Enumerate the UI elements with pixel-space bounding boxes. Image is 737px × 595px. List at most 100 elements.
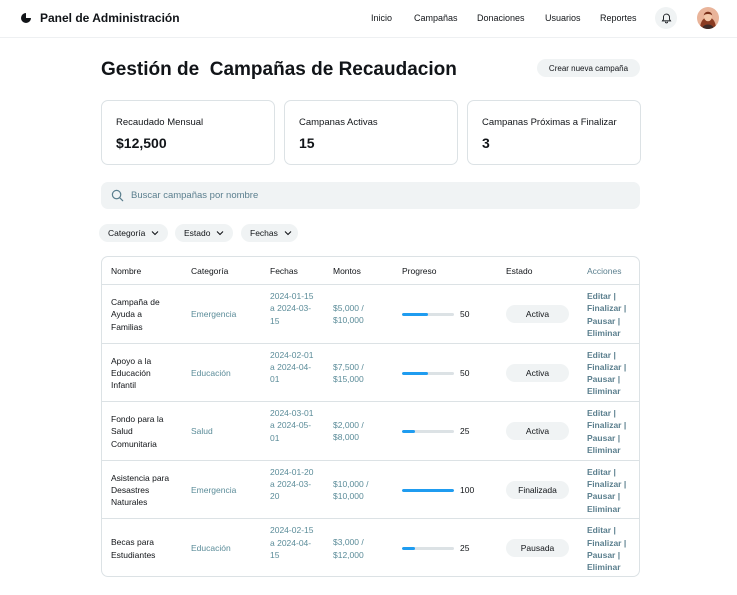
edit-link[interactable]: Editar | <box>587 466 637 478</box>
stat-card-ending-soon: Campanas Próximas a Finalizar 3 <box>467 100 641 165</box>
status-badge: Activa <box>506 363 569 382</box>
campaign-category: Salud <box>191 426 213 437</box>
finalize-link[interactable]: Finalizar | <box>587 302 637 314</box>
delete-link[interactable]: Eliminar <box>587 385 637 397</box>
brand-title: Panel de Administración <box>40 11 180 25</box>
brand[interactable]: Panel de Administración <box>20 11 180 25</box>
campaign-category: Educación <box>191 367 231 378</box>
filter-label: Estado <box>184 228 211 238</box>
progress-bar <box>402 488 454 492</box>
chevron-down-icon <box>283 228 293 238</box>
stat-label: Campanas Activas <box>299 117 378 128</box>
stat-card-monthly-raised: Recaudado Mensual $12,500 <box>101 100 275 165</box>
campaign-name: Becas para Estudiantes <box>111 537 156 560</box>
campaign-amounts: $2,000 / $8,000 <box>333 420 364 443</box>
pause-link[interactable]: Pausar | <box>587 549 637 561</box>
filter-status[interactable]: Estado <box>175 224 233 242</box>
stat-label: Recaudado Mensual <box>116 117 204 128</box>
avatar[interactable] <box>697 7 719 29</box>
search-input[interactable] <box>131 190 611 201</box>
progress-fill <box>402 430 415 434</box>
bell-icon <box>661 13 671 23</box>
stat-card-active-campaigns: Campanas Activas 15 <box>284 100 458 165</box>
finalize-link[interactable]: Finalizar | <box>587 537 637 549</box>
pause-link[interactable]: Pausar | <box>587 490 637 502</box>
campaign-name: Asistencia para Desastres Naturales <box>111 472 170 508</box>
campaign-dates: 2024-02-15 a 2024-04-15 <box>270 525 314 560</box>
column-header-progress: Progreso <box>402 266 437 276</box>
campaign-amounts: $5,000 / $10,000 <box>333 303 364 326</box>
filter-dates[interactable]: Fechas <box>241 224 298 242</box>
column-header-amounts: Montos <box>333 266 361 276</box>
create-campaign-button[interactable]: Crear nueva campaña <box>537 59 640 77</box>
progress-value: 50 <box>460 309 470 319</box>
campaign-amounts: $3,000 / $12,000 <box>333 537 364 560</box>
filter-label: Fechas <box>250 228 278 238</box>
stat-value: $12,500 <box>116 135 167 151</box>
user-avatar-image <box>697 7 719 29</box>
delete-link[interactable]: Eliminar <box>587 327 637 339</box>
pause-link[interactable]: Pausar | <box>587 315 637 327</box>
table-row: Asistencia para Desastres Naturales Emer… <box>102 459 639 519</box>
delete-link[interactable]: Eliminar <box>587 444 637 456</box>
pause-link[interactable]: Pausar | <box>587 373 637 385</box>
progress-value: 50 <box>460 367 470 378</box>
search-bar[interactable] <box>101 182 640 209</box>
nav-link-reportes[interactable]: Reportes <box>600 13 637 23</box>
pause-link[interactable]: Pausar | <box>587 432 637 444</box>
campaigns-table: Nombre Categoría Fechas Montos Progreso … <box>101 256 640 577</box>
stat-value: 15 <box>299 135 315 151</box>
column-header-name: Nombre <box>111 266 142 276</box>
edit-link[interactable]: Editar | <box>587 349 637 361</box>
edit-link[interactable]: Editar | <box>587 524 637 536</box>
finalize-link[interactable]: Finalizar | <box>587 361 637 373</box>
nav-link-usuarios[interactable]: Usuarios <box>545 13 581 23</box>
delete-link[interactable]: Eliminar <box>587 503 637 515</box>
progress-fill <box>402 488 454 492</box>
edit-link[interactable]: Editar | <box>587 290 637 302</box>
column-header-status: Estado <box>506 266 533 276</box>
progress-fill <box>402 313 428 316</box>
stat-value: 3 <box>482 135 490 151</box>
column-header-dates: Fechas <box>270 266 298 276</box>
column-header-actions: Acciones <box>587 266 622 276</box>
table-row: Campaña de Ayuda a Familias Emergencia 2… <box>102 284 639 343</box>
progress-bar <box>402 430 454 434</box>
campaign-name: Apoyo a la Educación Infantil <box>111 355 152 391</box>
top-navigation-bar: Panel de Administración Inicio Campañas … <box>0 0 737 38</box>
edit-link[interactable]: Editar | <box>587 407 637 419</box>
page-title: Gestión de Campañas de Recaudacion <box>101 59 457 80</box>
campaign-name: Campaña de Ayuda a Familias <box>111 297 160 332</box>
finalize-link[interactable]: Finalizar | <box>587 419 637 431</box>
filter-category[interactable]: Categoría <box>99 224 168 242</box>
notifications-button[interactable] <box>655 7 677 29</box>
row-actions: Editar | Finalizar | Pausar | Eliminar <box>587 524 637 573</box>
progress-bar <box>402 313 454 316</box>
campaign-name: Fondo para la Salud Comunitaria <box>111 414 164 449</box>
table-row: Apoyo a la Educación Infantil Educación … <box>102 342 639 402</box>
stat-label: Campanas Próximas a Finalizar <box>482 117 617 128</box>
campaign-category: Educación <box>191 543 231 554</box>
finalize-link[interactable]: Finalizar | <box>587 478 637 490</box>
progress-bar <box>402 547 454 551</box>
progress-value: 100 <box>460 484 475 495</box>
nav-link-donaciones[interactable]: Donaciones <box>477 13 525 23</box>
progress-fill <box>402 547 415 551</box>
filter-label: Categoría <box>108 228 146 238</box>
row-actions: Editar | Finalizar | Pausar | Eliminar <box>587 290 637 339</box>
logo-icon <box>21 13 31 23</box>
nav-link-inicio[interactable]: Inicio <box>371 13 392 23</box>
search-icon <box>111 189 125 203</box>
campaign-amounts: $10,000 / $10,000 <box>333 478 369 502</box>
campaign-amounts: $7,500 / $15,000 <box>333 361 364 384</box>
row-actions: Editar | Finalizar | Pausar | Eliminar <box>587 349 637 398</box>
nav-link-campanas[interactable]: Campañas <box>414 13 458 23</box>
row-actions: Editar | Finalizar | Pausar | Eliminar <box>587 407 637 456</box>
progress-fill <box>402 371 428 375</box>
table-row: Fondo para la Salud Comunitaria Salud 20… <box>102 401 639 460</box>
progress-value: 25 <box>460 543 470 554</box>
status-badge: Finalizada <box>506 480 569 499</box>
status-badge: Activa <box>506 422 569 441</box>
campaign-dates: 2024-01-15 a 2024-03-15 <box>270 291 314 326</box>
delete-link[interactable]: Eliminar <box>587 561 637 573</box>
